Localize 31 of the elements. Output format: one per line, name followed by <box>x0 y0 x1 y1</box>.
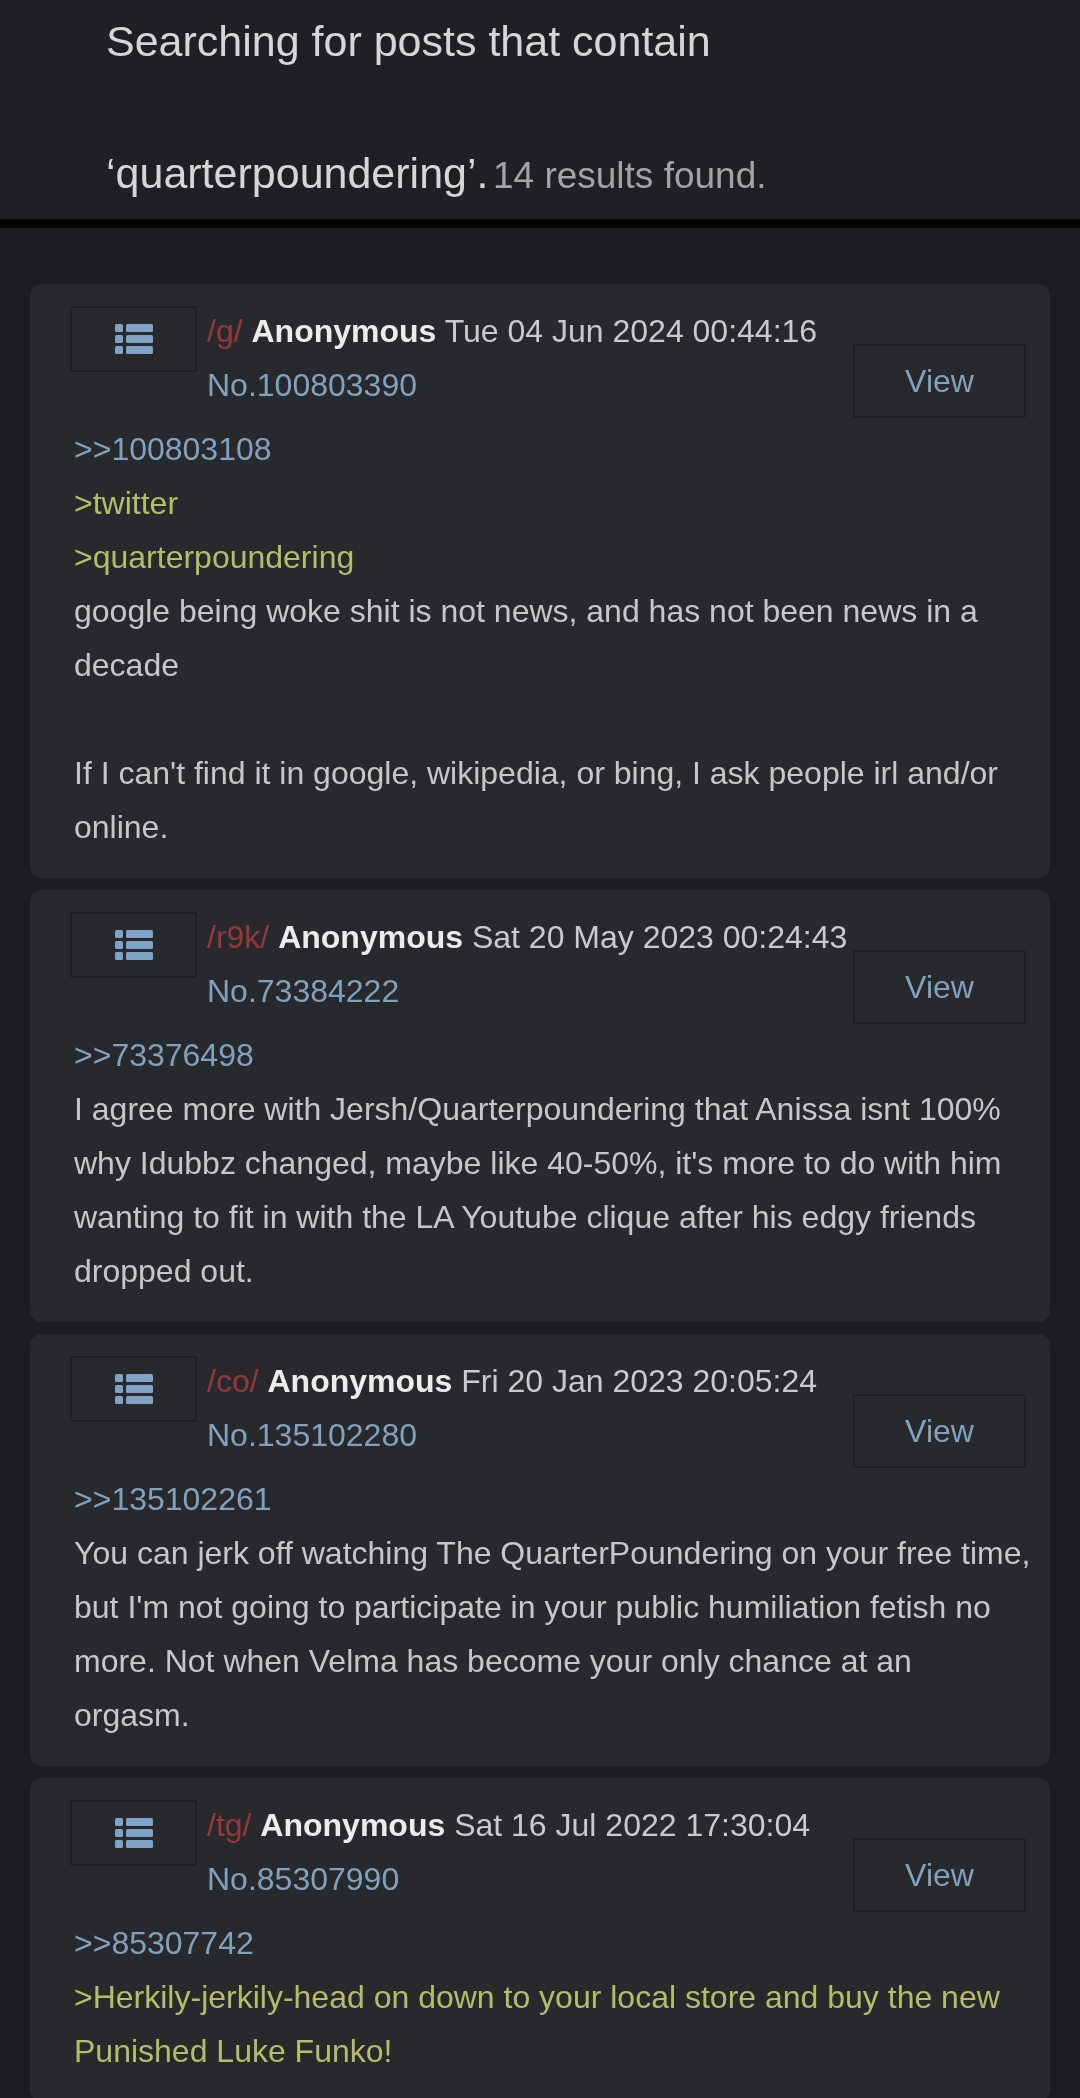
quote-link[interactable]: >>73376498 <box>74 1028 1032 1082</box>
search-summary: Searching for posts that contain ‘quarterpoundering’.14 results found. <box>106 16 768 199</box>
list-icon[interactable] <box>70 1800 197 1866</box>
quote-link[interactable]: >>135102261 <box>74 1472 1032 1526</box>
quote-link[interactable]: >>85307742 <box>74 1916 1032 1970</box>
greentext-line: >twitter <box>74 484 180 523</box>
poster-name: Anonymous <box>267 1363 453 1399</box>
view-button[interactable]: View <box>853 344 1026 418</box>
greentext-line: >Herkily-jerkily-head on down to your local store and buy the new Punished Luke Funko! <box>74 1978 1001 2071</box>
post-number[interactable]: No.135102280 <box>207 1417 417 1453</box>
post-number[interactable]: No.73384222 <box>207 973 400 1009</box>
poster-name: Anonymous <box>260 1807 446 1843</box>
post-date: Fri 20 Jan 2023 20:05:24 <box>461 1363 818 1399</box>
post-text: You can jerk off watching The QuarterPoundering on your free time, but I'm not going to participate in your public humiliation fetish no more. Not when Velma has become your only chance at an orgasm. <box>74 1534 1032 1735</box>
post-date: Sat 16 Jul 2022 17:30:04 <box>454 1807 810 1843</box>
poster-name: Anonymous <box>278 919 463 955</box>
view-button[interactable]: View <box>853 1838 1026 1912</box>
post-number[interactable]: No.85307990 <box>207 1861 400 1897</box>
view-button[interactable]: View <box>853 950 1026 1024</box>
post-number[interactable]: No.100803390 <box>207 367 417 403</box>
poster-name: Anonymous <box>251 313 437 349</box>
list-icon[interactable] <box>70 306 197 372</box>
post-text: google being woke shit is not news, and has not been news in a decade If I can't find it in google, wikipedia, or bing, I ask people irl and/or online. <box>74 592 999 847</box>
list-icon[interactable] <box>70 1356 197 1422</box>
greentext-line: >quarterpoundering <box>74 538 356 577</box>
view-button[interactable]: View <box>853 1394 1026 1468</box>
post-date: Tue 04 Jun 2024 00:44:16 <box>444 313 818 349</box>
list-icon[interactable] <box>70 912 197 978</box>
post-text: I agree more with Jersh/Quarterpoundering that Anissa isnt 100% why Idubbz changed, maybe like 40-50%, it's more to do with him wanting to fit in with the LA Youtube clique after his edgy friends dropped out. <box>74 1090 1003 1291</box>
post-date: Sat 20 May 2023 00:24:43 <box>471 919 848 955</box>
quote-link[interactable]: >>100803108 <box>74 422 1032 476</box>
